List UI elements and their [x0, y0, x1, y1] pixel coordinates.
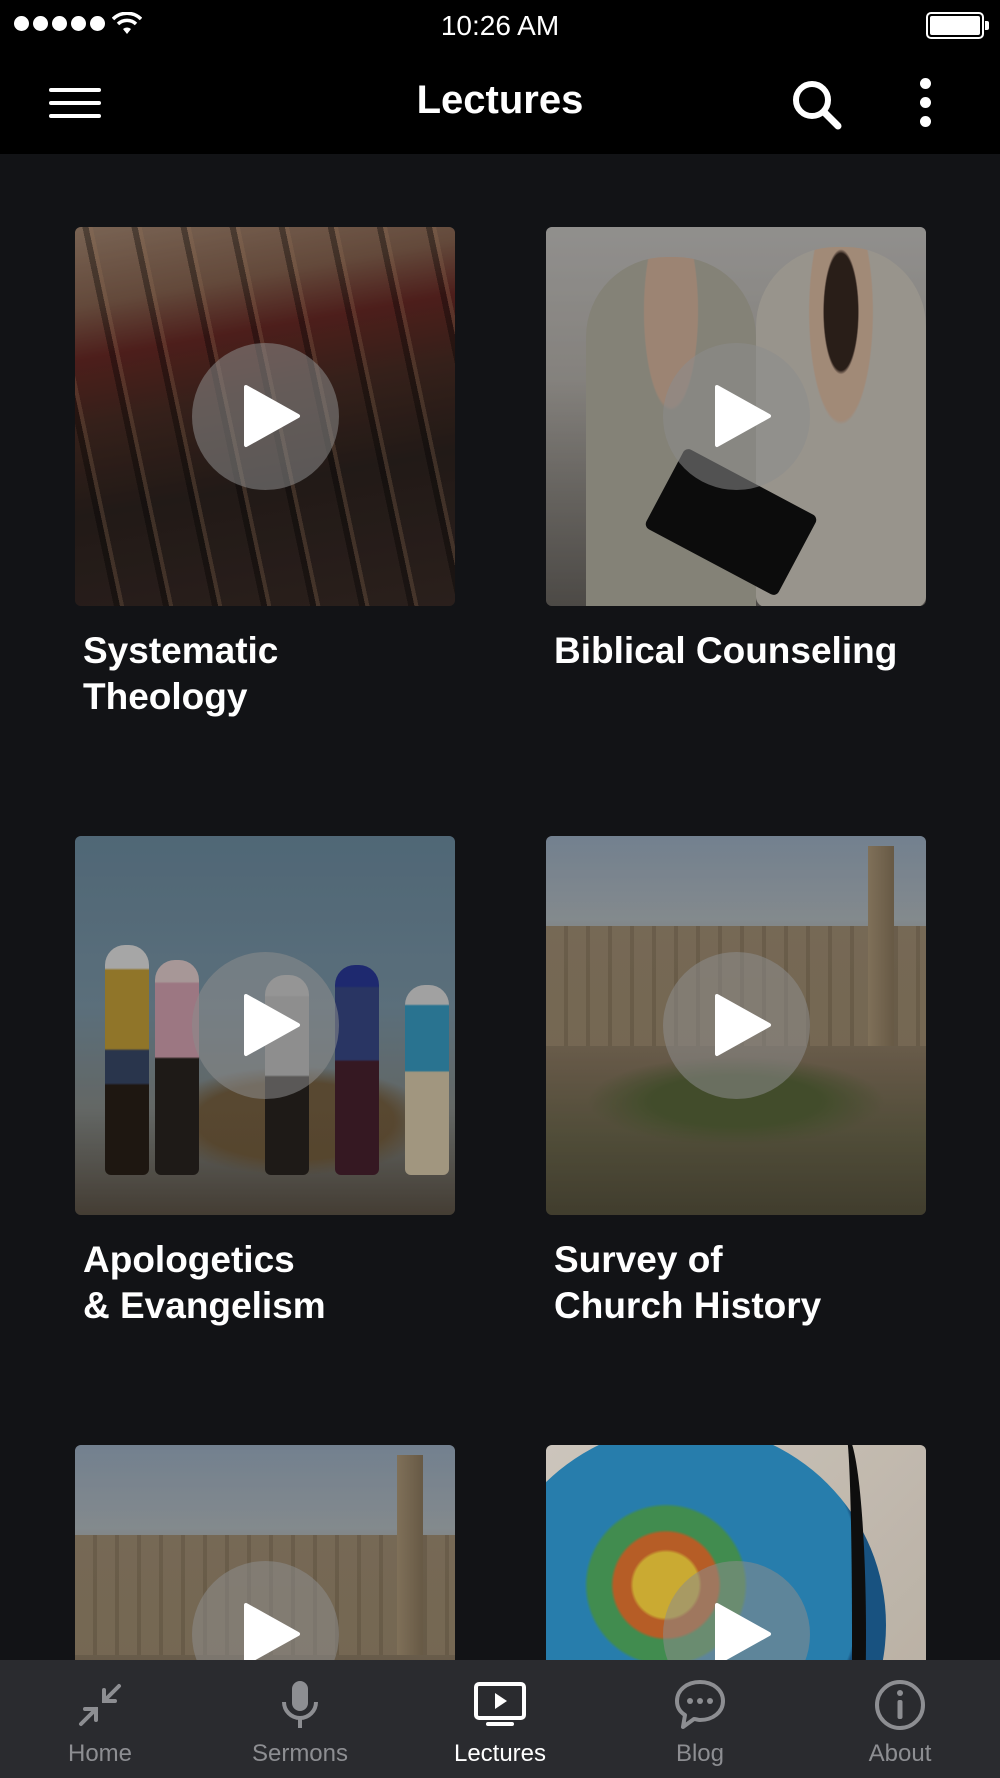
lecture-title: Survey of Church History: [554, 1239, 822, 1326]
lecture-thumbnail: [546, 836, 926, 1215]
lecture-card-biblical-counseling[interactable]: Biblical Counseling: [546, 227, 926, 687]
lecture-grid: Systematic Theology Biblical Counseling …: [0, 154, 1000, 1660]
tab-about[interactable]: About: [800, 1660, 1000, 1778]
page-title: Lectures: [416, 78, 584, 122]
lecture-card-partial-5[interactable]: [75, 1445, 455, 1660]
status-time: 10:26 AM: [440, 10, 560, 41]
tab-label: Home: [67, 1740, 133, 1767]
lecture-card-partial-6[interactable]: [546, 1445, 926, 1660]
lecture-card-church-history[interactable]: Survey of Church History: [546, 836, 926, 1326]
tab-sermons[interactable]: Sermons: [200, 1660, 400, 1778]
lecture-title: Biblical Counseling: [554, 630, 898, 671]
lecture-title: Apologetics & Evangelism: [83, 1239, 326, 1326]
more-options-icon[interactable]: [900, 74, 950, 132]
lecture-thumbnail: [75, 227, 455, 606]
lecture-thumbnail: [75, 836, 455, 1215]
info-icon: [875, 1680, 925, 1730]
lecture-thumbnail: [75, 1445, 455, 1660]
battery-icon: [926, 12, 989, 39]
app-bar: Lectures: [0, 52, 1000, 154]
play-icon[interactable]: [192, 343, 339, 490]
lecture-title: Systematic Theology: [83, 630, 279, 717]
tab-label: Sermons: [251, 1740, 349, 1767]
tab-home[interactable]: Home: [0, 1660, 200, 1778]
microphone-icon: [282, 1681, 318, 1728]
tab-lectures[interactable]: Lectures: [400, 1660, 600, 1778]
play-icon[interactable]: [192, 952, 339, 1099]
lecture-thumbnail: [546, 227, 926, 606]
tab-blog[interactable]: Blog: [600, 1660, 800, 1778]
tab-label: About: [868, 1740, 932, 1767]
tab-label: Blog: [675, 1740, 725, 1767]
tab-label: Lectures: [453, 1740, 547, 1767]
collapse-arrows-icon: [79, 1684, 121, 1726]
play-icon[interactable]: [663, 343, 810, 490]
lecture-thumbnail: [546, 1445, 926, 1660]
search-icon[interactable]: [788, 76, 844, 132]
tv-play-icon: [474, 1682, 526, 1726]
lecture-card-apologetics-evangelism[interactable]: Apologetics & Evangelism: [75, 836, 455, 1326]
play-icon[interactable]: [663, 952, 810, 1099]
bottom-tab-bar: Home Sermons Lectures Blog About: [0, 1660, 1000, 1778]
chat-bubble-icon: [675, 1680, 725, 1729]
lecture-card-systematic-theology[interactable]: Systematic Theology: [75, 227, 455, 717]
status-bar: 10:26 AM: [0, 0, 1000, 52]
